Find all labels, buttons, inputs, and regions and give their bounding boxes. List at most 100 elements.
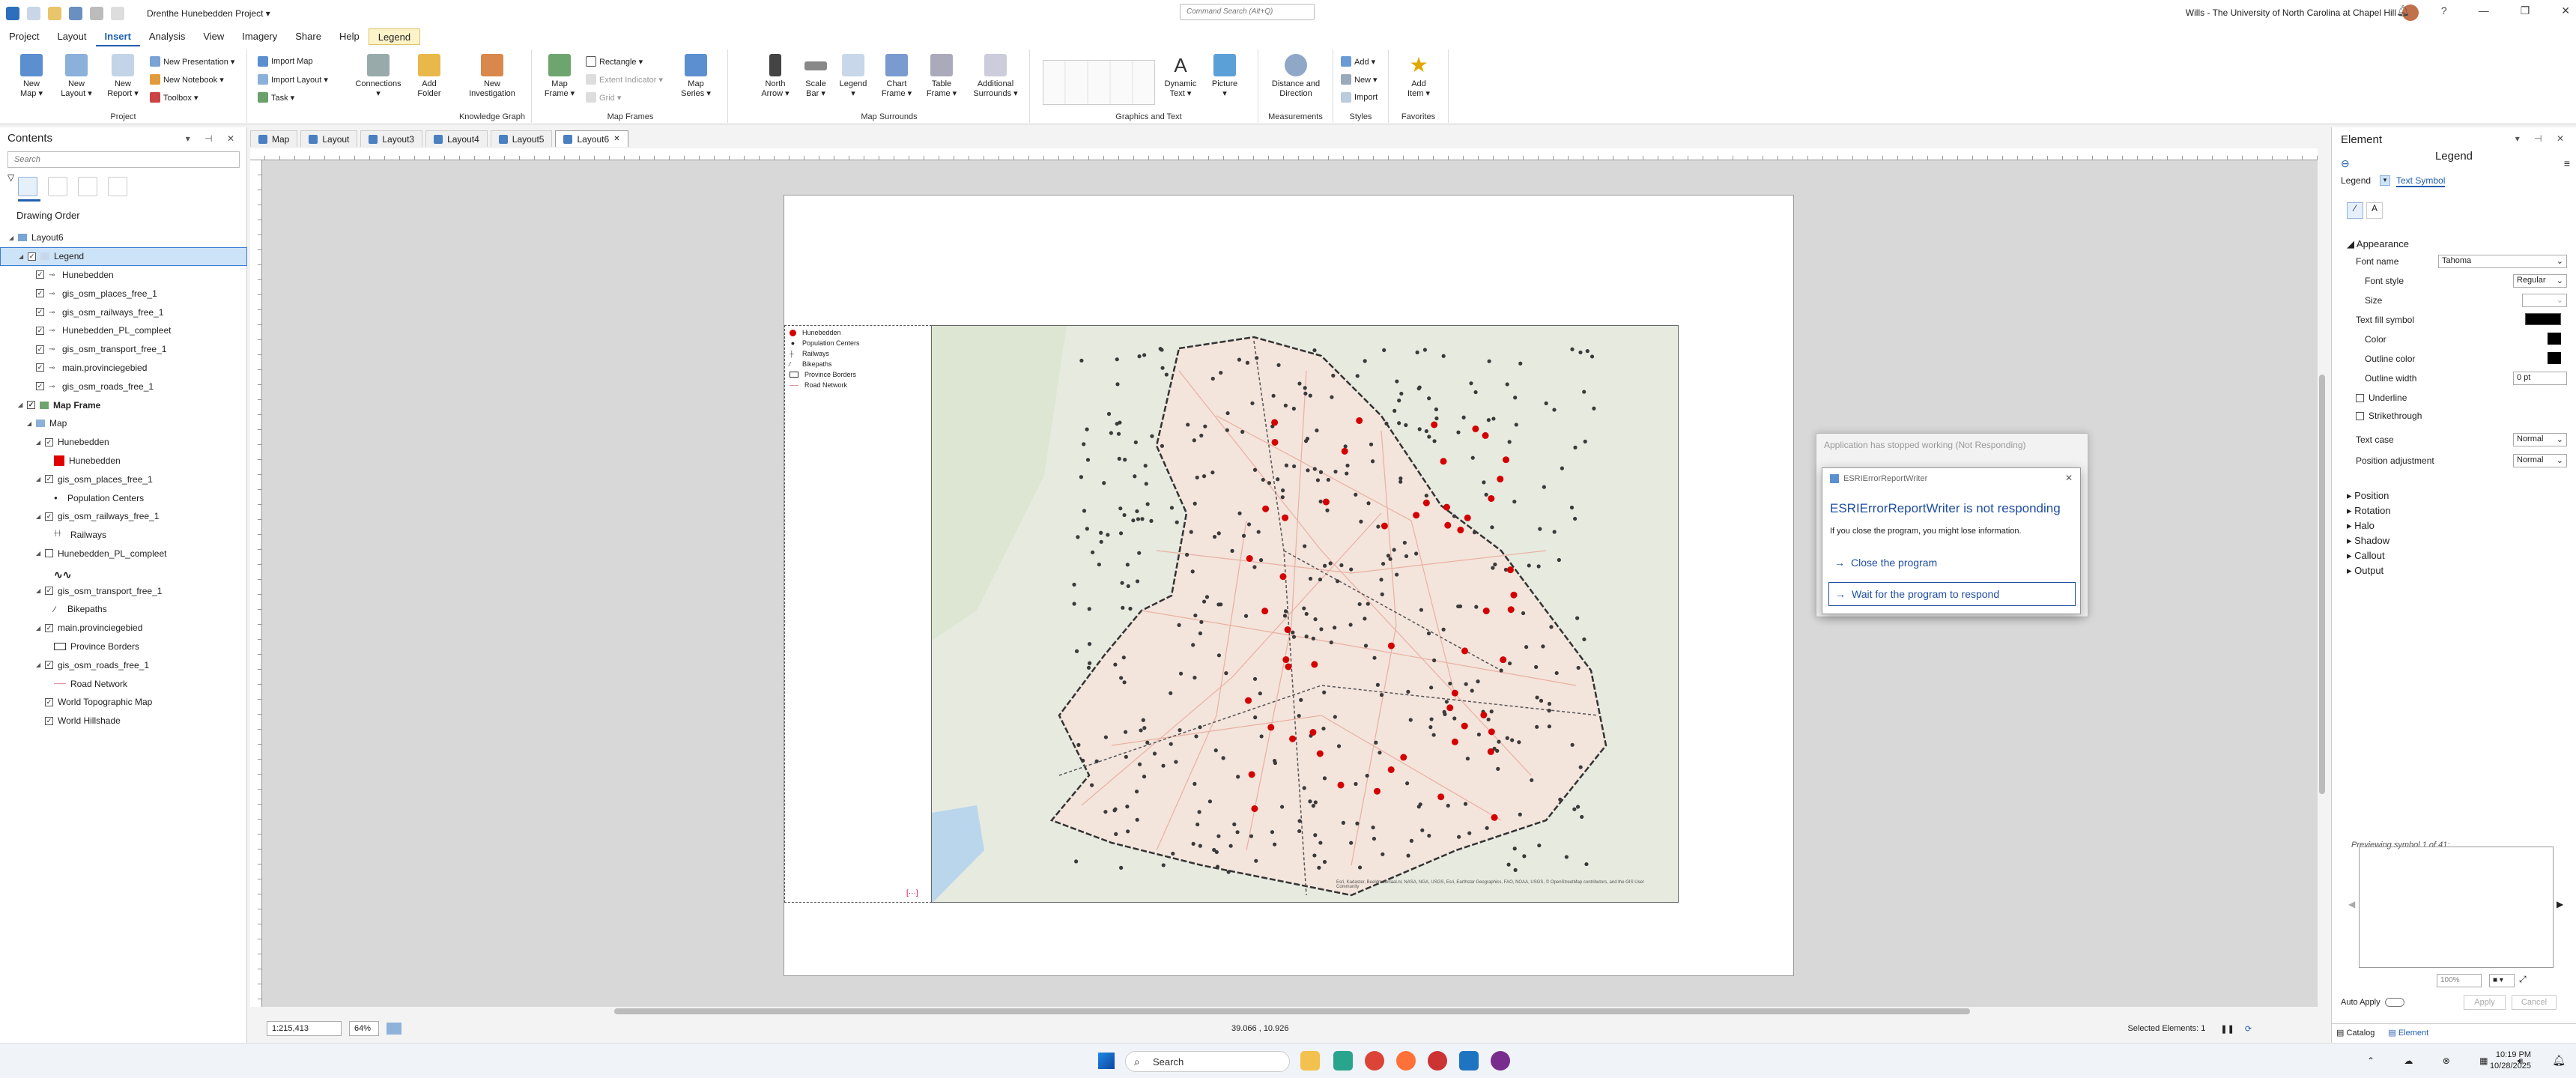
help-icon[interactable]: ? — [2441, 4, 2447, 17]
toc-row[interactable]: ✓ World Hillshade — [0, 712, 247, 730]
preview-zoom-icon[interactable]: ⤢ — [2519, 974, 2527, 985]
tab-help[interactable]: Help — [330, 27, 369, 46]
toc-row[interactable]: ◢ ✓ main.provinciegebied — [0, 619, 247, 638]
toc-row[interactable]: ◢ Map — [0, 414, 247, 433]
tab-share[interactable]: Share — [286, 27, 330, 46]
visibility-checkbox[interactable]: ✓ — [27, 401, 35, 410]
task-button[interactable]: Task ▾ — [258, 90, 294, 105]
view-mode-icon[interactable] — [387, 1023, 401, 1035]
toc-row[interactable]: Hunebedden — [0, 452, 247, 470]
add-item-button[interactable]: ★ Add Item ▾ — [1398, 54, 1440, 99]
editing-view-button[interactable] — [108, 177, 127, 196]
app-icon-red[interactable] — [1428, 1051, 1447, 1071]
scale-selector[interactable]: 1:215,413 — [267, 1021, 342, 1036]
new-investigation-button[interactable]: New Investigation — [464, 54, 521, 99]
view-tab[interactable]: Layout6 ✕ — [555, 130, 628, 147]
section-rotation[interactable]: ▸ Rotation — [2347, 505, 2391, 517]
auto-apply-toggle[interactable]: Auto Apply — [2341, 998, 2404, 1007]
toc-row[interactable]: ✓ ⊸ Hunebedden_PL_compleet — [0, 321, 247, 340]
visibility-checkbox[interactable]: ✓ — [45, 475, 53, 484]
source-view-button[interactable] — [48, 177, 67, 196]
expand-triangle-icon[interactable]: ◢ — [36, 625, 43, 632]
save-icon[interactable] — [69, 7, 82, 20]
toc-row[interactable]: ◢ Layout6 — [0, 228, 247, 247]
tab-catalog[interactable]: ▤ Catalog — [2336, 1028, 2375, 1038]
outline-color-swatch[interactable] — [2548, 352, 2561, 364]
legend-element[interactable]: Hunebedden ● Population Centers ┼ Railways… — [784, 325, 932, 903]
toc-row[interactable]: ◢ Hunebedden_PL_compleet — [0, 545, 247, 563]
add-style-button[interactable]: Add ▾ — [1341, 54, 1375, 69]
north-arrow-button[interactable]: North Arrow ▾ — [757, 54, 794, 99]
notification-bell-icon[interactable]: 🔔︎ — [2552, 1054, 2566, 1067]
back-icon[interactable]: ⊖ — [2341, 157, 2350, 170]
preview-zoom-select[interactable]: 100% — [2437, 974, 2482, 987]
properties-tab-icon[interactable]: A — [2366, 202, 2383, 219]
menu-icon[interactable]: ≡ — [2564, 157, 2570, 169]
toc-row[interactable]: ◢ ✓ gis_osm_railways_free_1 — [0, 507, 247, 526]
visibility-checkbox[interactable]: ✓ — [36, 289, 44, 298]
toc-row[interactable]: Road Network — [0, 674, 247, 693]
toc-row[interactable]: ◢ ✓ gis_osm_places_free_1 — [0, 470, 247, 488]
layout-page[interactable]: Hunebedden ● Population Centers ┼ Railways… — [784, 195, 1794, 976]
tab-imagery[interactable]: Imagery — [233, 27, 286, 46]
tab-project[interactable]: Project — [0, 27, 48, 46]
new-presentation-button[interactable]: New Presentation ▾ — [150, 54, 234, 69]
toc-row[interactable]: ✓ ⊸ gis_osm_transport_free_1 — [0, 340, 247, 359]
undo-icon[interactable] — [90, 7, 103, 20]
preview-next-icon[interactable]: ▶ — [2557, 899, 2563, 909]
visibility-checkbox[interactable]: ✓ — [45, 716, 53, 725]
element-dropdown[interactable]: Legend — [2341, 175, 2371, 186]
visibility-checkbox[interactable]: ✓ — [45, 623, 53, 632]
toc-row[interactable]: ◢ ✓ gis_osm_transport_free_1 — [0, 581, 247, 600]
toc-row[interactable]: ⁄ Bikepaths — [0, 600, 247, 619]
preview-prev-icon[interactable]: ◀ — [2348, 899, 2355, 909]
command-search-input[interactable]: Command Search (Alt+Q) — [1180, 4, 1315, 20]
toc-row[interactable]: ∿∿ — [0, 563, 247, 581]
underline-checkbox[interactable]: Underline — [2356, 393, 2407, 403]
tab-insert[interactable]: Insert — [95, 27, 140, 46]
expand-triangle-icon[interactable]: ◢ — [36, 661, 43, 668]
filter-icon[interactable]: ▽ — [7, 172, 14, 183]
visibility-checkbox[interactable]: ✓ — [45, 661, 53, 670]
toc-row[interactable]: ✓ ⊸ gis_osm_railways_free_1 — [0, 303, 247, 321]
redo-icon[interactable] — [111, 7, 124, 20]
selection-view-button[interactable] — [78, 177, 97, 196]
zoom-selector[interactable]: 64% — [349, 1021, 379, 1036]
connections-button[interactable]: Connections ▾ — [352, 54, 404, 99]
map-frame-button[interactable]: Map Frame ▾ — [541, 54, 578, 99]
chart-frame-button[interactable]: Chart Frame ▾ — [878, 54, 915, 99]
section-callout[interactable]: ▸ Callout — [2347, 550, 2385, 562]
toc-row[interactable]: ✓ ⊸ gis_osm_places_free_1 — [0, 284, 247, 303]
visibility-checkbox[interactable]: ✓ — [45, 512, 53, 521]
close-button[interactable]: ✕ — [2561, 4, 2570, 17]
tab-text-symbol[interactable]: Text Symbol — [2396, 175, 2446, 187]
toc-row[interactable]: ◢ ✓ Map Frame — [0, 396, 247, 414]
toolbox-button[interactable]: Toolbox ▾ — [150, 90, 198, 105]
import-style-button[interactable]: Import — [1341, 90, 1378, 105]
expand-triangle-icon[interactable]: ◢ — [9, 234, 16, 241]
map-series-button[interactable]: Map Series ▾ — [676, 54, 716, 99]
horizontal-scrollbar[interactable] — [614, 1008, 1970, 1014]
add-folder-button[interactable]: Add Folder — [410, 54, 448, 99]
toc-row[interactable]: ┼┼ Railways — [0, 526, 247, 545]
chrome-icon[interactable] — [1365, 1051, 1384, 1071]
position-adjustment-select[interactable]: Normal ⌄ — [2513, 454, 2567, 467]
section-output[interactable]: ▸ Output — [2347, 565, 2383, 577]
outline-width-input[interactable]: 0 pt — [2513, 372, 2567, 385]
appearance-section[interactable]: ◢ Appearance — [2347, 238, 2409, 250]
scale-bar-button[interactable]: Scale Bar ▾ — [798, 54, 833, 99]
view-tab[interactable]: Layout4 — [425, 130, 488, 147]
expand-triangle-icon[interactable]: ◢ — [36, 476, 43, 482]
expand-triangle-icon[interactable]: ◢ — [36, 439, 43, 446]
view-tab[interactable]: Layout3 — [360, 130, 423, 147]
cancel-button[interactable]: Cancel — [2512, 995, 2557, 1010]
visibility-checkbox[interactable]: ✓ — [36, 270, 44, 279]
import-layout-button[interactable]: Import Layout ▾ — [258, 72, 328, 87]
preview-bg-select[interactable]: ■ ▾ — [2489, 974, 2515, 987]
drawing-order-button[interactable] — [18, 177, 37, 196]
user-account[interactable]: Wills - The University of North Carolina… — [2186, 7, 2396, 18]
rectangle-button[interactable]: Rectangle ▾ — [586, 54, 643, 69]
expand-triangle-icon[interactable]: ◢ — [36, 550, 43, 557]
visibility-checkbox[interactable]: ✓ — [45, 697, 53, 706]
refresh-icon[interactable]: ⟳ — [2245, 1024, 2252, 1034]
